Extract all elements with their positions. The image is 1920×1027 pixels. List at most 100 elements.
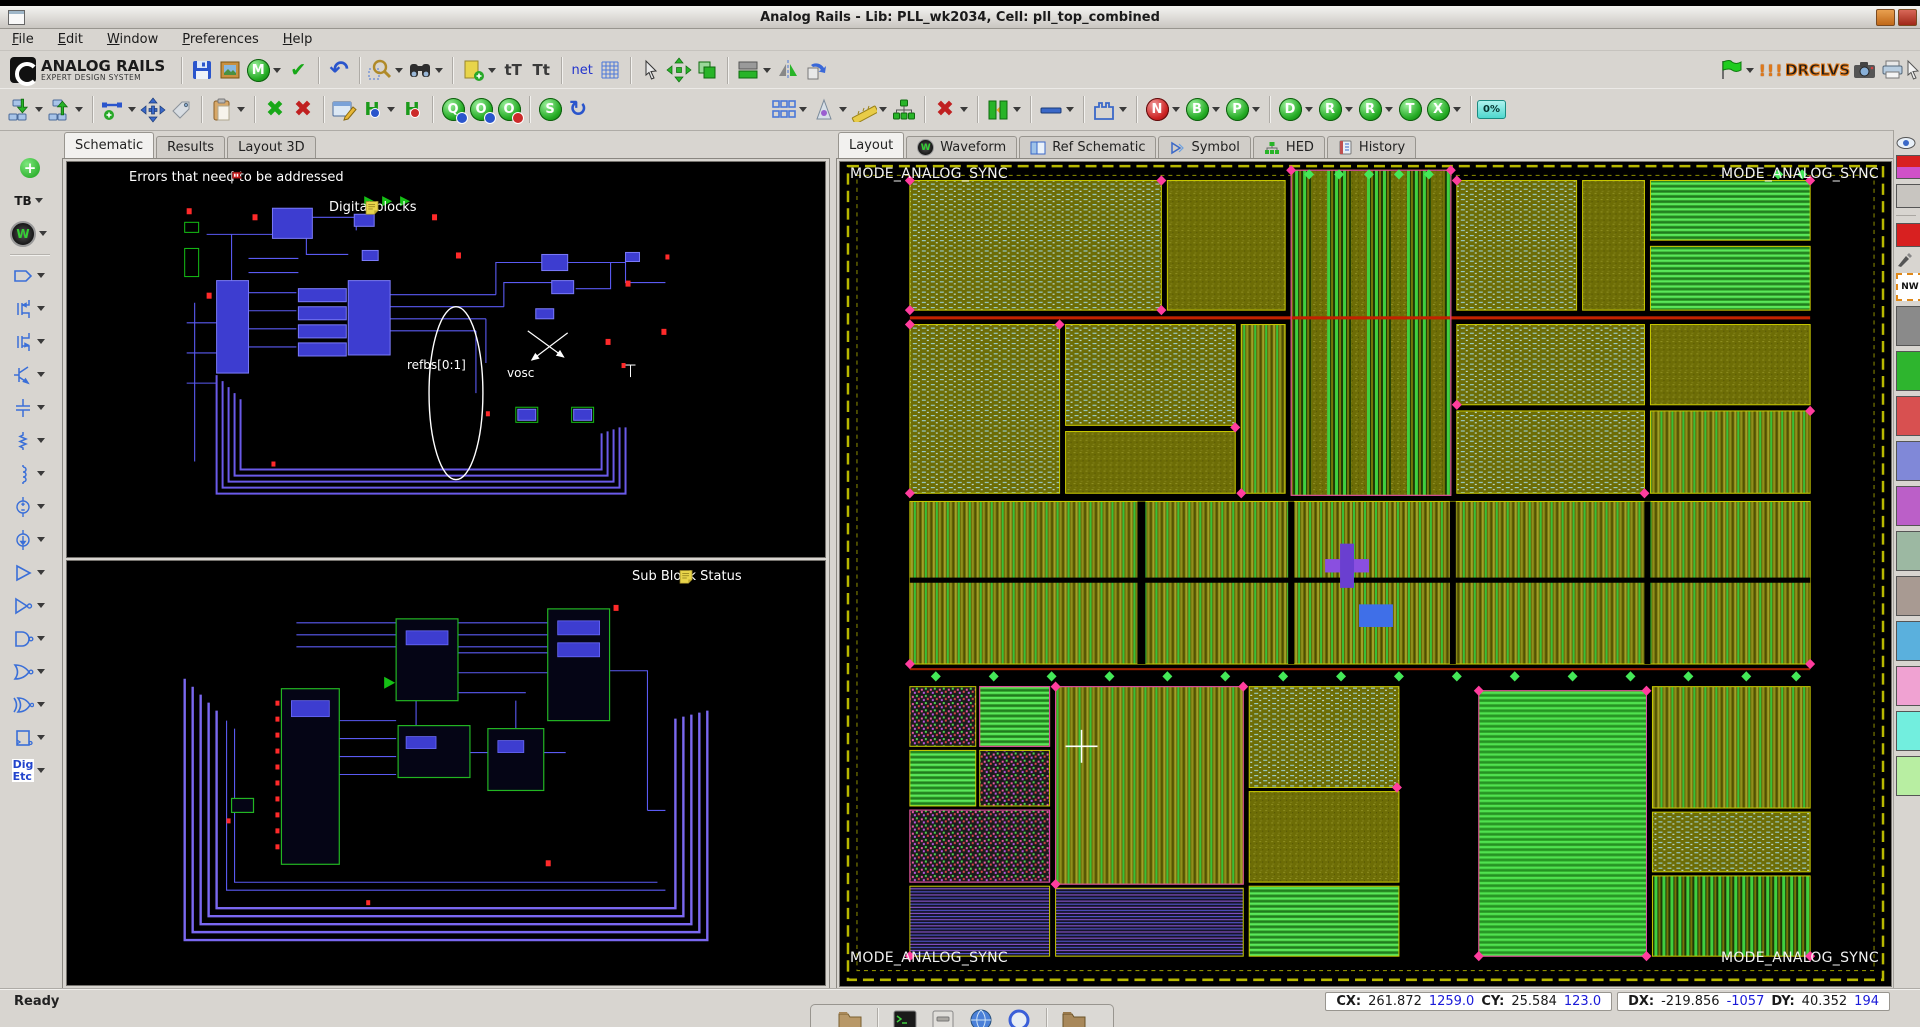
move-tool-button[interactable] <box>665 55 693 85</box>
d-layer-button[interactable]: D <box>1276 95 1304 125</box>
dock-terminal-icon[interactable] <box>892 1008 918 1027</box>
o-mode-2-button[interactable]: O <box>495 95 523 125</box>
print-button[interactable] <box>1878 55 1906 85</box>
align-columns-dropdown[interactable] <box>1013 107 1021 112</box>
add-note-button[interactable] <box>459 55 487 85</box>
ascend-hierarchy-button[interactable] <box>46 95 74 125</box>
tab-schematic[interactable]: Schematic <box>64 132 154 158</box>
sub-block-status-note[interactable]: Sub Block Status <box>632 569 742 584</box>
layer-swatch-blank[interactable] <box>1896 184 1920 208</box>
n-layer-button[interactable]: N <box>1143 95 1171 125</box>
sidebar-item-nor[interactable] <box>12 656 48 687</box>
paste-dropdown[interactable] <box>237 107 245 112</box>
dock-file-manager-icon[interactable] <box>930 1008 956 1027</box>
layer-swatch[interactable] <box>1896 486 1920 526</box>
layer-swatch[interactable] <box>1896 351 1920 391</box>
reject-button[interactable]: ✖ <box>289 95 317 125</box>
zoom-level-button[interactable]: 0% <box>1477 95 1506 125</box>
snapshot-button[interactable] <box>1850 55 1878 85</box>
array-place-dropdown[interactable] <box>799 107 807 112</box>
layer-swatch[interactable] <box>1896 396 1920 436</box>
search-button[interactable] <box>406 55 434 85</box>
x-layer-dropdown[interactable] <box>1453 107 1461 112</box>
fab-view-button[interactable] <box>1090 95 1118 125</box>
sidebar-item-xnor[interactable] <box>12 689 48 720</box>
layer-swatch[interactable] <box>1896 531 1920 571</box>
cone-tool-button[interactable] <box>810 95 838 125</box>
fab-view-dropdown[interactable] <box>1119 107 1127 112</box>
r-layer-button[interactable]: R <box>1316 95 1344 125</box>
flag-dropdown[interactable] <box>1746 68 1754 73</box>
r-layer-dropdown[interactable] <box>1345 107 1353 112</box>
tab-ref-schematic[interactable]: Ref Schematic <box>1019 136 1156 158</box>
align-columns-button[interactable] <box>984 95 1012 125</box>
tab-waveform[interactable]: W Waveform <box>906 136 1017 158</box>
dock-search-icon[interactable] <box>1006 1008 1032 1027</box>
menu-preferences[interactable]: Preferences <box>170 30 270 49</box>
dock-browser-icon[interactable] <box>968 1008 994 1027</box>
drc-button[interactable]: DRC <box>1785 55 1820 85</box>
sidebar-item-nmos[interactable] <box>12 326 48 357</box>
layer-swatch[interactable] <box>1896 666 1920 706</box>
add-wire-dropdown[interactable] <box>128 107 136 112</box>
menu-edit[interactable]: Edit <box>46 30 95 49</box>
lvs-button[interactable]: LVS <box>1820 55 1850 85</box>
layer-swatch[interactable] <box>1896 441 1920 481</box>
menu-window[interactable]: Window <box>95 30 170 49</box>
q-mode-button[interactable]: Q <box>439 95 467 125</box>
schematic-canvas-top[interactable]: Errors that need to be addressed Digital… <box>66 161 826 558</box>
sidebar-item-testbench[interactable]: TB <box>14 185 45 216</box>
dock-folder-icon[interactable] <box>837 1008 863 1027</box>
n-layer-dropdown[interactable] <box>1172 107 1180 112</box>
zoom-select-dropdown[interactable] <box>395 68 403 73</box>
sidebar-item-capacitor[interactable] <box>12 392 48 423</box>
selected-layer-swatch[interactable]: NW <box>1896 273 1920 301</box>
sidebar-item-bjt[interactable] <box>12 359 48 390</box>
menu-file[interactable]: File <box>0 30 46 49</box>
label-tag-button[interactable] <box>167 95 195 125</box>
p-layer-button[interactable]: P <box>1223 95 1251 125</box>
layer-swatch-dual[interactable] <box>1896 155 1920 179</box>
sync-button[interactable]: ↻ <box>564 95 592 125</box>
layer-swatch[interactable] <box>1896 756 1920 796</box>
undo-button[interactable]: ↶ <box>325 55 353 85</box>
copy-tool-button[interactable] <box>693 55 721 85</box>
image-view-button[interactable] <box>216 55 244 85</box>
tab-layout-3d[interactable]: Layout 3D <box>227 136 316 158</box>
sidebar-item-pmos[interactable] <box>12 293 48 324</box>
hier-open-dropdown[interactable] <box>387 107 395 112</box>
dash-tool-dropdown[interactable] <box>1066 107 1074 112</box>
layers-dropdown[interactable] <box>763 68 771 73</box>
tab-history[interactable]: History <box>1327 136 1416 158</box>
tab-results[interactable]: Results <box>156 136 225 158</box>
layer-swatch[interactable] <box>1896 711 1920 751</box>
descend-dropdown[interactable] <box>35 107 43 112</box>
select-cursor-button[interactable] <box>637 55 665 85</box>
accept-button[interactable]: ✖ <box>261 95 289 125</box>
save-button[interactable] <box>188 55 216 85</box>
delete-dropdown[interactable] <box>960 107 968 112</box>
sidebar-item-nand[interactable] <box>12 623 48 654</box>
array-place-button[interactable] <box>770 95 798 125</box>
t-layer-button[interactable]: T <box>1396 95 1424 125</box>
paste-button[interactable] <box>208 95 236 125</box>
maximize-button[interactable] <box>1876 9 1895 26</box>
hier-close-button[interactable]: H <box>398 95 426 125</box>
hierarchy-tree-button[interactable] <box>890 95 918 125</box>
title-bar[interactable]: Analog Rails - Lib: PLL_wk2034, Cell: pl… <box>0 6 1920 29</box>
schematic-canvas-bottom[interactable]: Sub Block Status <box>66 560 826 986</box>
x-layer-button[interactable]: X <box>1424 95 1452 125</box>
o-mode-button[interactable]: O <box>467 95 495 125</box>
dock-folder-2-icon[interactable] <box>1061 1008 1087 1027</box>
b-layer-button[interactable]: B <box>1183 95 1211 125</box>
layers-button[interactable] <box>734 55 762 85</box>
add-note-dropdown[interactable] <box>488 68 496 73</box>
check-button[interactable]: ✔ <box>284 55 312 85</box>
sidebar-item-port[interactable] <box>12 260 48 291</box>
s-mode-button[interactable]: S <box>536 95 564 125</box>
layer-swatch[interactable] <box>1896 306 1920 346</box>
edit-properties-button[interactable] <box>330 95 358 125</box>
flag-button[interactable] <box>1717 55 1745 85</box>
sidebar-item-isource[interactable] <box>12 524 48 555</box>
dash-tool-button[interactable] <box>1037 95 1065 125</box>
